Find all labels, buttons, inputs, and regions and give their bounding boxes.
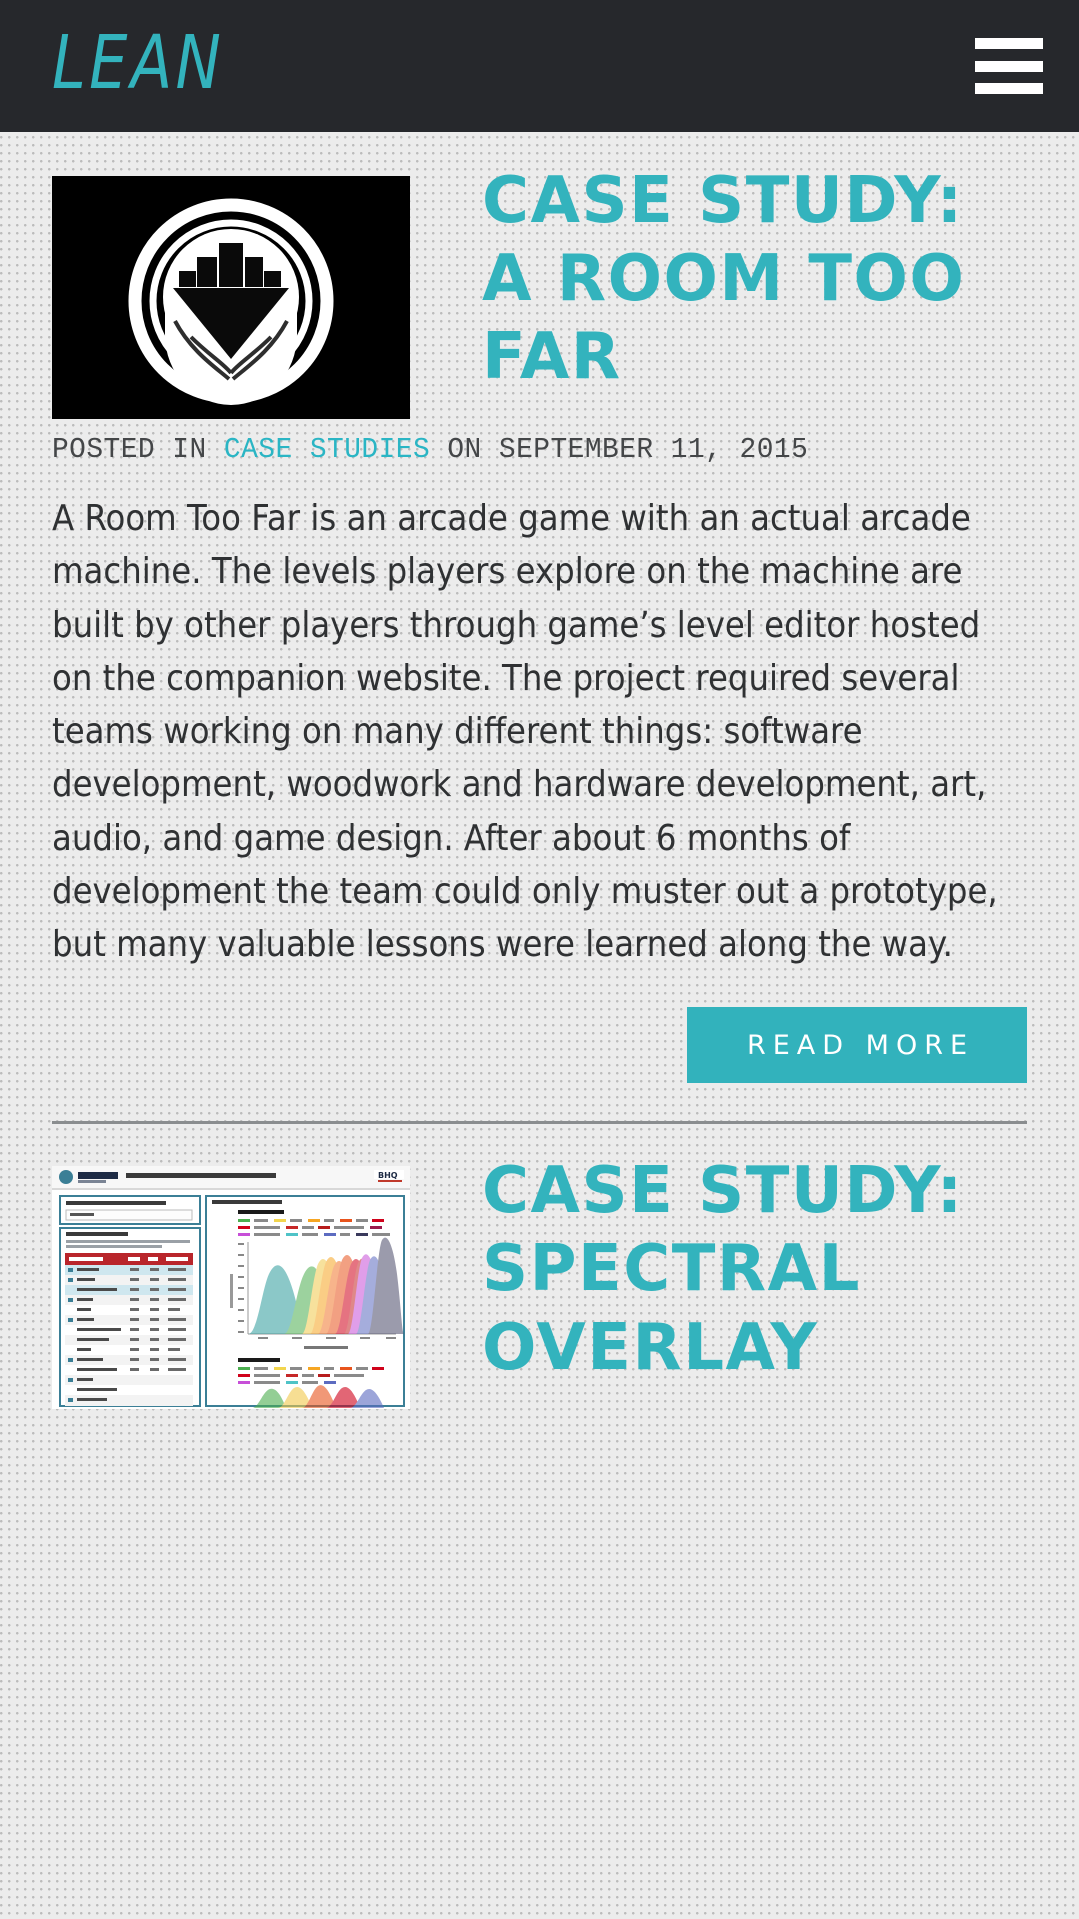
post-meta: Posted in Case Studies on September 11, … [52, 433, 988, 466]
post-item: BHQ CASE STUDY: SPECTRAL OVERLAY [52, 1124, 1027, 1410]
site-header: LEAN [0, 0, 1079, 132]
svg-text:BHQ: BHQ [378, 1171, 398, 1180]
post-excerpt: A Room Too Far is an arcade game with an… [52, 498, 998, 966]
hamburger-bar-top [975, 38, 1043, 49]
hamburger-bar-bottom [975, 83, 1043, 94]
post-actions: Read More [52, 1007, 1027, 1084]
post-list: Case Study: A Room Too Far Posted in Cas… [0, 132, 1079, 1410]
post-header: Case Study: A Room Too Far [52, 164, 1027, 419]
post-thumbnail-link[interactable] [52, 176, 410, 419]
post-thumbnail: BHQ [52, 1166, 410, 1410]
post-thumbnail [52, 176, 410, 419]
post-date: September 11, 2015 [498, 433, 809, 466]
hamburger-bar-middle [975, 60, 1043, 72]
site-logo[interactable]: LEAN [52, 26, 224, 106]
post-header: BHQ CASE STUDY: SPECTRAL OVERLAY [52, 1154, 1027, 1410]
post-title-link[interactable]: Case Study: Spectral Overlay [410, 1152, 1027, 1386]
spectral-overlay-tool-icon: BHQ [52, 1166, 410, 1410]
post-title-link[interactable]: Case Study: A Room Too Far [410, 162, 1027, 396]
post-meta-posted-in-label: Posted in [52, 433, 207, 466]
hamburger-menu-icon[interactable] [975, 38, 1043, 94]
read-more-button[interactable]: Read More [687, 1007, 1027, 1084]
post-thumbnail-link[interactable]: BHQ [52, 1166, 410, 1410]
post-category-link[interactable]: Case Studies [224, 433, 430, 466]
post-meta-on-label: on [447, 433, 482, 466]
post-item: Case Study: A Room Too Far Posted in Cas… [52, 132, 1027, 1125]
a-room-too-far-logo-icon [52, 176, 410, 419]
